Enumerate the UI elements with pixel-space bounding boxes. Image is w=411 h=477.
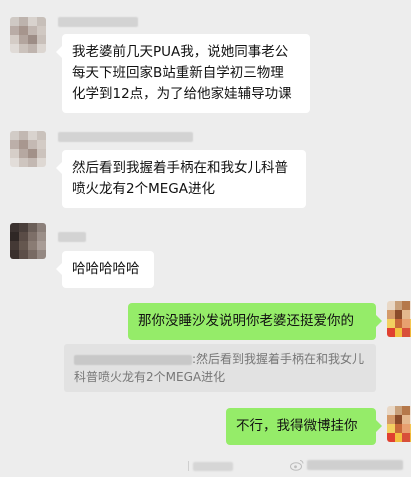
watermark-text-blurred (307, 460, 403, 470)
message-bubble-3[interactable]: 哈哈哈哈哈 (56, 251, 154, 288)
avatar-self[interactable] (387, 406, 411, 442)
message-bubble-2[interactable]: 然后看到我握着手柄在和我女儿科普 喷火龙有2个MEGA进化 (56, 150, 306, 208)
sender-name-blurred (58, 232, 86, 242)
message-bubble-4[interactable]: 那你没睡沙发说明你老婆还挺爱你的 (128, 303, 382, 340)
avatar-contact-2[interactable] (10, 131, 46, 167)
quoted-sender-blurred (74, 354, 192, 365)
avatar-contact-1[interactable] (10, 17, 46, 53)
avatar-contact-3[interactable] (10, 223, 46, 259)
sender-name-blurred (58, 17, 138, 27)
watermark-left-blurred (188, 461, 233, 471)
message-bubble-5[interactable]: 不行，我得微博挂你 (226, 408, 382, 445)
quoted-message[interactable]: :然后看到我握着手柄在和我女儿 科普喷火龙有2个MEGA进化 (64, 344, 376, 392)
message-bubble-1[interactable]: 我老婆前几天PUA我，说她同事老公 每天下班回家B站重新自学初三物理 化学到12… (56, 34, 310, 113)
watermark (290, 459, 403, 471)
weibo-icon (290, 460, 304, 471)
sender-name-blurred (58, 132, 193, 142)
avatar-self[interactable] (387, 301, 411, 337)
